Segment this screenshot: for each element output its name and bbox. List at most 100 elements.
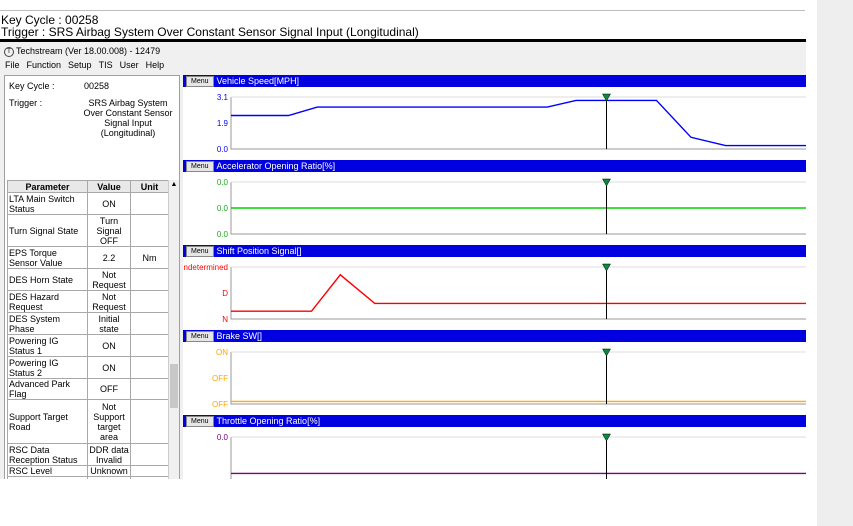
- parameter-panel: Key Cycle : 00258 Trigger : SRS Airbag S…: [4, 75, 180, 479]
- y-tick-label: ON: [216, 348, 228, 357]
- graph-menu-button[interactable]: Menu: [186, 76, 214, 87]
- series-line: [231, 273, 806, 312]
- column-value[interactable]: Value: [87, 180, 131, 193]
- graph-panel: Menu Accelerator Opening Ratio[%] 0.0 0.0 0.…: [183, 160, 806, 245]
- menu-file[interactable]: File: [5, 59, 20, 72]
- parameter-unit: [130, 334, 169, 357]
- parameter-value: Turn Signal OFF: [87, 214, 131, 247]
- parameter-unit: [130, 356, 169, 379]
- graph-menu-button[interactable]: Menu: [186, 161, 214, 172]
- parameter-unit: [130, 476, 169, 479]
- table-row[interactable]: DES Horn State Not Request: [7, 268, 169, 291]
- table-row[interactable]: LTA Main Switch Status ON: [7, 192, 169, 215]
- key-cycle-value: 00258: [84, 81, 110, 91]
- scroll-thumb[interactable]: [170, 364, 178, 408]
- menu-function[interactable]: Function: [27, 59, 62, 72]
- parameter-name: DES Horn State: [7, 268, 88, 291]
- document-header: [0, 10, 805, 11]
- trigger-label: Trigger :: [9, 98, 43, 108]
- graph-plot[interactable]: 0.00.0: [183, 427, 806, 479]
- column-parameter[interactable]: Parameter: [7, 180, 88, 193]
- table-row[interactable]: Turn Signal State Turn Signal OFF: [7, 214, 169, 247]
- techstream-app-icon: T: [4, 46, 14, 57]
- parameter-name: Support Target Road: [7, 399, 88, 444]
- parameter-value: Not Support target area: [87, 399, 131, 444]
- graph-plot[interactable]: 0.0 0.0 0.0: [183, 172, 806, 245]
- techstream-window: T Techstream (Ver 18.00.008) - 12479 File…: [0, 39, 806, 479]
- series-line: [231, 99, 806, 147]
- scroll-up-arrow-icon[interactable]: ▲: [169, 180, 179, 190]
- graph-header: Menu Shift Position Signal[]: [183, 245, 806, 257]
- title-bar: T Techstream (Ver 18.00.008) - 12479: [0, 45, 160, 58]
- parameter-name: Turn Signal State: [7, 214, 88, 247]
- graph-title: Throttle Opening Ratio[%]: [216, 416, 321, 426]
- graph-menu-button[interactable]: Menu: [186, 331, 214, 342]
- table-row[interactable]: Advanced Park Flag OFF: [7, 378, 169, 400]
- key-cycle-label: Key Cycle :: [9, 81, 55, 91]
- parameter-table: Parameter Value Unit LTA Main Switch Sta…: [7, 180, 169, 479]
- graph-menu-button[interactable]: Menu: [186, 246, 214, 257]
- graph-plot[interactable]: Undetermined D N: [183, 257, 806, 330]
- y-tick-label: 0.0: [217, 178, 229, 187]
- y-tick-label: OFF: [212, 374, 228, 383]
- parameter-value: ON: [87, 356, 131, 379]
- table-row[interactable]: Support Target Road Not Support target ar…: [7, 399, 169, 444]
- table-row[interactable]: RSC Data Reception Status DDR data Invali…: [7, 443, 169, 466]
- table-row[interactable]: EPS Torque Sensor Value 2.2 Nm: [7, 246, 169, 269]
- table-row[interactable]: Powering IG Status 2 ON: [7, 356, 169, 379]
- parameter-name: RSC Level: [7, 465, 88, 477]
- parameter-unit: [130, 378, 169, 400]
- parameter-name: Powering IG Status 1: [7, 334, 88, 357]
- y-tick-label: 0.0: [217, 433, 229, 442]
- parameter-value: OFF: [87, 378, 131, 400]
- graph-header: Menu Throttle Opening Ratio[%]: [183, 415, 806, 427]
- parameter-name: LTA Main Switch Status: [7, 192, 88, 215]
- table-row[interactable]: RSC Level Unknown: [7, 465, 169, 477]
- parameter-unit: Nm: [130, 246, 169, 269]
- parameter-value: DDR data Invalid: [87, 443, 131, 466]
- menu-bar: File Function Setup TIS User Help: [0, 59, 164, 72]
- menu-help[interactable]: Help: [146, 59, 165, 72]
- column-unit[interactable]: Unit: [130, 180, 169, 193]
- table-row[interactable]: RSC StateNot Control: [7, 476, 169, 479]
- table-row[interactable]: DES System Phase Initial state: [7, 312, 169, 335]
- graph-panel: Menu Brake SW[] ON OFF OFF: [183, 330, 806, 415]
- y-tick-label: OFF: [212, 400, 228, 409]
- side-panel: [817, 0, 853, 526]
- menu-user[interactable]: User: [120, 59, 139, 72]
- menu-setup[interactable]: Setup: [68, 59, 92, 72]
- y-tick-label: Undetermined: [183, 263, 228, 272]
- parameter-unit: [130, 465, 169, 477]
- graph-area: Menu Vehicle Speed[MPH] 3.1 1.9 0.0 Menu Accel…: [183, 75, 806, 479]
- graph-menu-button[interactable]: Menu: [186, 416, 214, 427]
- graph-plot[interactable]: ON OFF OFF: [183, 342, 806, 415]
- y-tick-label: D: [222, 289, 228, 298]
- parameter-name: DES System Phase: [7, 312, 88, 335]
- graph-title: Shift Position Signal[]: [216, 246, 302, 256]
- window-title: Techstream (Ver 18.00.008) - 12479: [16, 46, 161, 56]
- parameter-name: RSC State: [7, 476, 88, 479]
- parameter-unit: [130, 443, 169, 466]
- trigger-line: Trigger : SRS Airbag System Over Constan…: [1, 25, 419, 39]
- table-scrollbar[interactable]: ▲: [168, 180, 179, 479]
- parameter-unit: [130, 290, 169, 313]
- y-tick-label: 0.0: [217, 145, 229, 154]
- parameter-value: ON: [87, 334, 131, 357]
- y-tick-label: N: [222, 315, 228, 324]
- table-row[interactable]: DES Hazard Request Not Request: [7, 290, 169, 313]
- graph-header: Menu Accelerator Opening Ratio[%]: [183, 160, 806, 172]
- parameter-unit: [130, 399, 169, 444]
- parameter-name: EPS Torque Sensor Value: [7, 246, 88, 269]
- parameter-value: Not Control: [87, 476, 131, 479]
- parameter-unit: [130, 312, 169, 335]
- graph-title: Vehicle Speed[MPH]: [216, 76, 300, 86]
- graph-plot[interactable]: 3.1 1.9 0.0: [183, 87, 806, 160]
- parameter-name: Powering IG Status 2: [7, 356, 88, 379]
- y-tick-label: 0.0: [217, 204, 229, 213]
- table-row[interactable]: Powering IG Status 1 ON: [7, 334, 169, 357]
- menu-tis[interactable]: TIS: [99, 59, 113, 72]
- parameter-name: RSC Data Reception Status: [7, 443, 88, 466]
- graph-axis: [230, 352, 806, 405]
- graph-panel: MenuShift Position Signal[] Undetermined D…: [183, 245, 806, 330]
- parameter-value: ON: [87, 192, 131, 215]
